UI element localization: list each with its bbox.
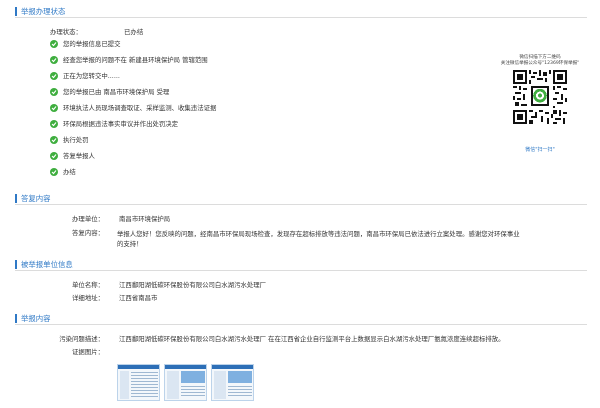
evidence-image-thumbnail[interactable] [117,364,160,401]
check-icon [50,120,58,128]
section-marker [15,7,17,16]
unit-address-row: 详细地址： 江西省南昌市 [62,294,157,302]
check-icon [50,168,58,176]
qr-caption-bottom: 微信"扫一扫" [525,147,555,153]
status-step-text: 环境执法人员现场调查取证、采样监测、收集违法证据 [63,104,217,112]
reply-content-value: 举报人您好！您反映的问题，经南昌市环保局现场检查，发现存在超标排放等违法问题，南… [117,230,520,248]
status-step-text: 正在为您转交中...... [63,72,120,80]
report-desc-value: 江西鄱阳湖低碳环保股份有限公司白水湖污水处理厂 在在江西省企业自行监测平台上数据… [119,335,505,343]
section-marker [15,194,17,203]
status-step-text: 您的举报已由 南昌市环境保护局 受理 [63,88,170,96]
reply-unit-row: 办理单位： 南昌市环境保护局 [62,215,170,223]
section-status-title: 举报办理状态 [21,7,66,16]
evidence-image-thumbnail[interactable] [211,364,254,401]
qr-panel: 微信扫描下方二维码 关注微信举报公众号"12369环保举报" 微信"扫一扫" [500,55,580,153]
check-icon [50,136,58,144]
section-marker [15,260,17,269]
unit-address-label: 详细地址： [72,294,104,302]
status-step-text: 办结 [63,168,76,176]
evidence-image-thumbnail[interactable] [164,364,207,401]
section-reply-title: 答复内容 [21,194,51,203]
status-row: 办理状态： 已办结 [50,28,143,36]
check-icon [50,88,58,96]
status-step-text: 经查您举报的问题不在 新建县环境保护局 管辖范围 [63,56,208,64]
qr-code-icon [513,70,567,124]
check-icon [50,104,58,112]
check-icon [50,72,58,80]
section-marker [15,314,17,323]
section-report-header: 举报内容 [15,313,587,325]
unit-name-value: 江西鄱阳湖低碳环保股份有限公司白水湖污水处理厂 [119,281,267,289]
status-step-text: 答复举报人 [63,152,95,160]
check-icon [50,56,58,64]
check-icon [50,40,58,48]
reply-unit-value: 南昌市环境保护局 [119,215,171,223]
section-reply-header: 答复内容 [15,193,587,205]
status-label: 办理状态： [50,28,82,36]
check-icon [50,152,58,160]
section-reported-unit-title: 被举报单位信息 [21,260,73,269]
unit-name-label: 单位名称： [72,281,104,289]
report-desc-label: 污染问题描述： [59,335,104,343]
qr-caption-line2: 关注微信举报公众号"12369环保举报" [500,61,580,66]
status-value: 已办结 [124,28,144,36]
reply-unit-label: 办理单位： [72,215,104,223]
unit-address-value: 江西省南昌市 [119,294,158,302]
report-desc-row: 污染问题描述： 江西鄱阳湖低碳环保股份有限公司白水湖污水处理厂 在在江西省企业自… [50,335,505,343]
status-step-text: 执行处罚 [63,136,89,144]
reply-content-label: 答复内容： [72,229,104,237]
section-report-title: 举报内容 [21,314,51,323]
status-step-text: 环保局根据违法事实审议并作出处罚决定 [63,120,179,128]
reply-content-row: 答复内容： [62,229,104,237]
section-status-header: 举报办理状态 [15,6,587,18]
report-images-row: 证据图片： [62,348,104,356]
report-images-label: 证据图片： [72,348,104,356]
section-reported-unit-header: 被举报单位信息 [15,259,587,271]
unit-name-row: 单位名称： 江西鄱阳湖低碳环保股份有限公司白水湖污水处理厂 [62,281,266,289]
status-step-text: 您的举报信息已提交 [63,40,121,48]
